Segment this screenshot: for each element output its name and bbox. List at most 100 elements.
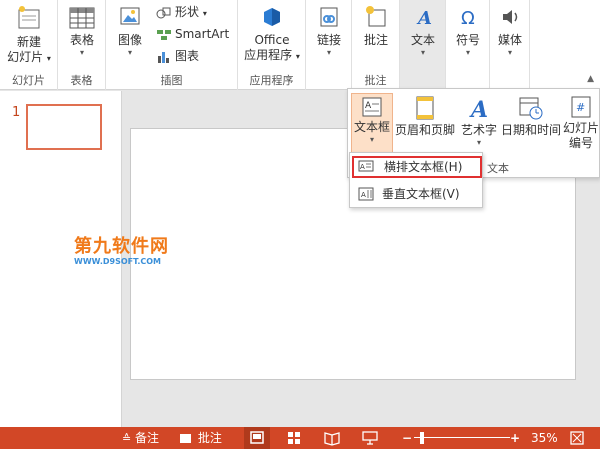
reading-view-button[interactable] [322,427,342,449]
new-slide-label-2: 幻灯片 [7,50,44,64]
horizontal-textbox-icon: A [358,160,374,172]
menu-item-vertical-textbox[interactable]: A 垂直文本框(V) [352,183,482,205]
speaker-icon [503,10,518,24]
calendar-clock-icon [519,97,543,120]
wordart-label: 艺术字 [460,123,497,137]
office-apps-button[interactable]: Office 应用程序 ▾ [240,4,304,64]
book-icon [324,432,340,446]
text-icon: A [416,8,432,29]
image-icon [120,7,140,25]
comment-icon [366,6,386,27]
table-label: 表格 [69,33,94,47]
new-slide-icon [18,6,40,29]
text-button[interactable]: A 文本 ▾ [404,4,442,58]
new-slide-button[interactable]: 新建 幻灯片 ▾ [4,4,54,66]
header-footer-icon [416,96,434,120]
wordart-icon: A [469,97,488,121]
watermark-url: WWW.D9SOFT.COM [74,257,162,266]
group-illustrations: 图像 ▾ 形状 ▾ SmartArt 图表 插图 [106,0,238,90]
textbox-menu: A 横排文本框(H) A 垂直文本框(V) [349,152,483,208]
fit-to-window-button[interactable] [568,427,586,449]
group-media: 媒体 ▾ [490,0,530,90]
normal-view-icon [250,431,264,444]
comments-status-button[interactable]: 批注 [180,427,222,449]
smartart-label: SmartArt [175,27,230,41]
status-bar: ≙ 备注 批注 − + 35% [0,427,600,449]
svg-text:A: A [416,8,432,29]
fit-window-icon [570,431,584,445]
media-label: 媒体 [497,33,522,47]
group-symbols: Ω 符号 ▾ [446,0,490,90]
image-label: 图像 [117,33,142,47]
chart-icon [158,51,169,63]
group-label-tables: 表格 [70,74,93,87]
office-apps-label-2: 应用程序 [244,48,293,62]
date-time-label: 日期和时间 [500,123,561,137]
normal-view-button[interactable] [244,427,270,449]
plus-icon: + [510,431,521,445]
shapes-icon [156,7,171,18]
media-button[interactable]: 媒体 ▾ [492,4,528,58]
group-label-apps: 应用程序 [249,74,294,87]
vertical-textbox-icon: A [358,187,374,201]
symbol-button[interactable]: Ω 符号 ▾ [449,4,487,58]
chevron-down-icon: ▾ [465,48,470,57]
chevron-down-icon: ▾ [326,48,331,57]
chevron-down-icon: ▾ [127,48,132,57]
group-slides: 新建 幻灯片 ▾ 幻灯片 [0,0,58,90]
notes-button[interactable]: ≙ 备注 [122,427,159,449]
notes-icon: ≙ [122,432,132,445]
omega-icon: Ω [461,8,475,29]
svg-text:A: A [361,191,366,199]
group-text: A 文本 ▾ [400,0,446,90]
textbox-icon: A [362,97,382,117]
textbox-button[interactable]: A 文本框 ▾ [351,93,393,157]
svg-text:#: # [576,101,585,114]
shapes-label: 形状 [175,5,200,19]
zoom-slider[interactable] [414,427,510,449]
wordart-button[interactable]: A 艺术字 ▾ [458,93,500,148]
menu-item-horizontal-textbox[interactable]: A 横排文本框(H) [352,156,482,178]
svg-text:Ω: Ω [461,8,475,29]
horizontal-textbox-label: 横排文本框(H) [384,160,463,174]
date-time-button[interactable]: 日期和时间 [500,93,562,138]
table-icon [69,7,95,29]
shapes-button[interactable]: 形状 ▾ [156,2,207,22]
comment-label: 批注 [363,33,388,47]
chevron-down-icon: ▾ [46,54,51,63]
slide-number-label-2: 编号 [568,136,593,150]
comments-icon [180,434,191,443]
zoom-thumb[interactable] [420,432,424,444]
slide-thumbnail[interactable] [26,104,102,150]
zoom-out-button[interactable]: − [402,427,412,449]
slide-number-button[interactable]: # 幻灯片 编号 [562,93,600,151]
slideshow-button[interactable] [360,427,380,449]
slide-number: 1 [12,105,21,120]
slide-sorter-button[interactable] [284,427,304,449]
link-button[interactable]: 链接 ▾ [310,4,348,58]
chart-button[interactable]: 图表 [156,46,199,66]
table-button[interactable]: 表格 ▾ [62,4,102,58]
image-button[interactable]: 图像 ▾ [112,4,148,58]
link-icon [320,7,338,27]
zoom-level[interactable]: 35% [531,427,558,449]
header-footer-label: 页眉和页脚 [394,123,455,137]
group-tables: 表格 ▾ 表格 [58,0,106,90]
slideshow-icon [362,431,378,445]
comments-status-label: 批注 [197,431,222,445]
zoom-percent: 35% [531,431,558,445]
header-footer-button[interactable]: 页眉和页脚 [394,93,456,138]
group-links: 链接 ▾ [306,0,352,90]
group-comments: 批注 批注 [352,0,400,90]
zoom-in-button[interactable]: + [510,427,520,449]
smartart-icon [157,29,171,40]
chevron-down-icon: ▾ [202,9,207,18]
ribbon: 新建 幻灯片 ▾ 幻灯片 表格 ▾ 表格 图像 ▾ 形状 ▾ SmartArt … [0,0,600,90]
watermark-title: 第九软件网 [74,236,169,257]
smartart-button[interactable]: SmartArt [156,24,229,44]
comment-button[interactable]: 批注 [357,4,395,48]
group-apps: Office 应用程序 ▾ 应用程序 [238,0,306,90]
collapse-ribbon-icon[interactable]: ▲ [587,74,594,84]
chart-label: 图表 [175,49,200,63]
svg-text:A: A [360,163,365,171]
